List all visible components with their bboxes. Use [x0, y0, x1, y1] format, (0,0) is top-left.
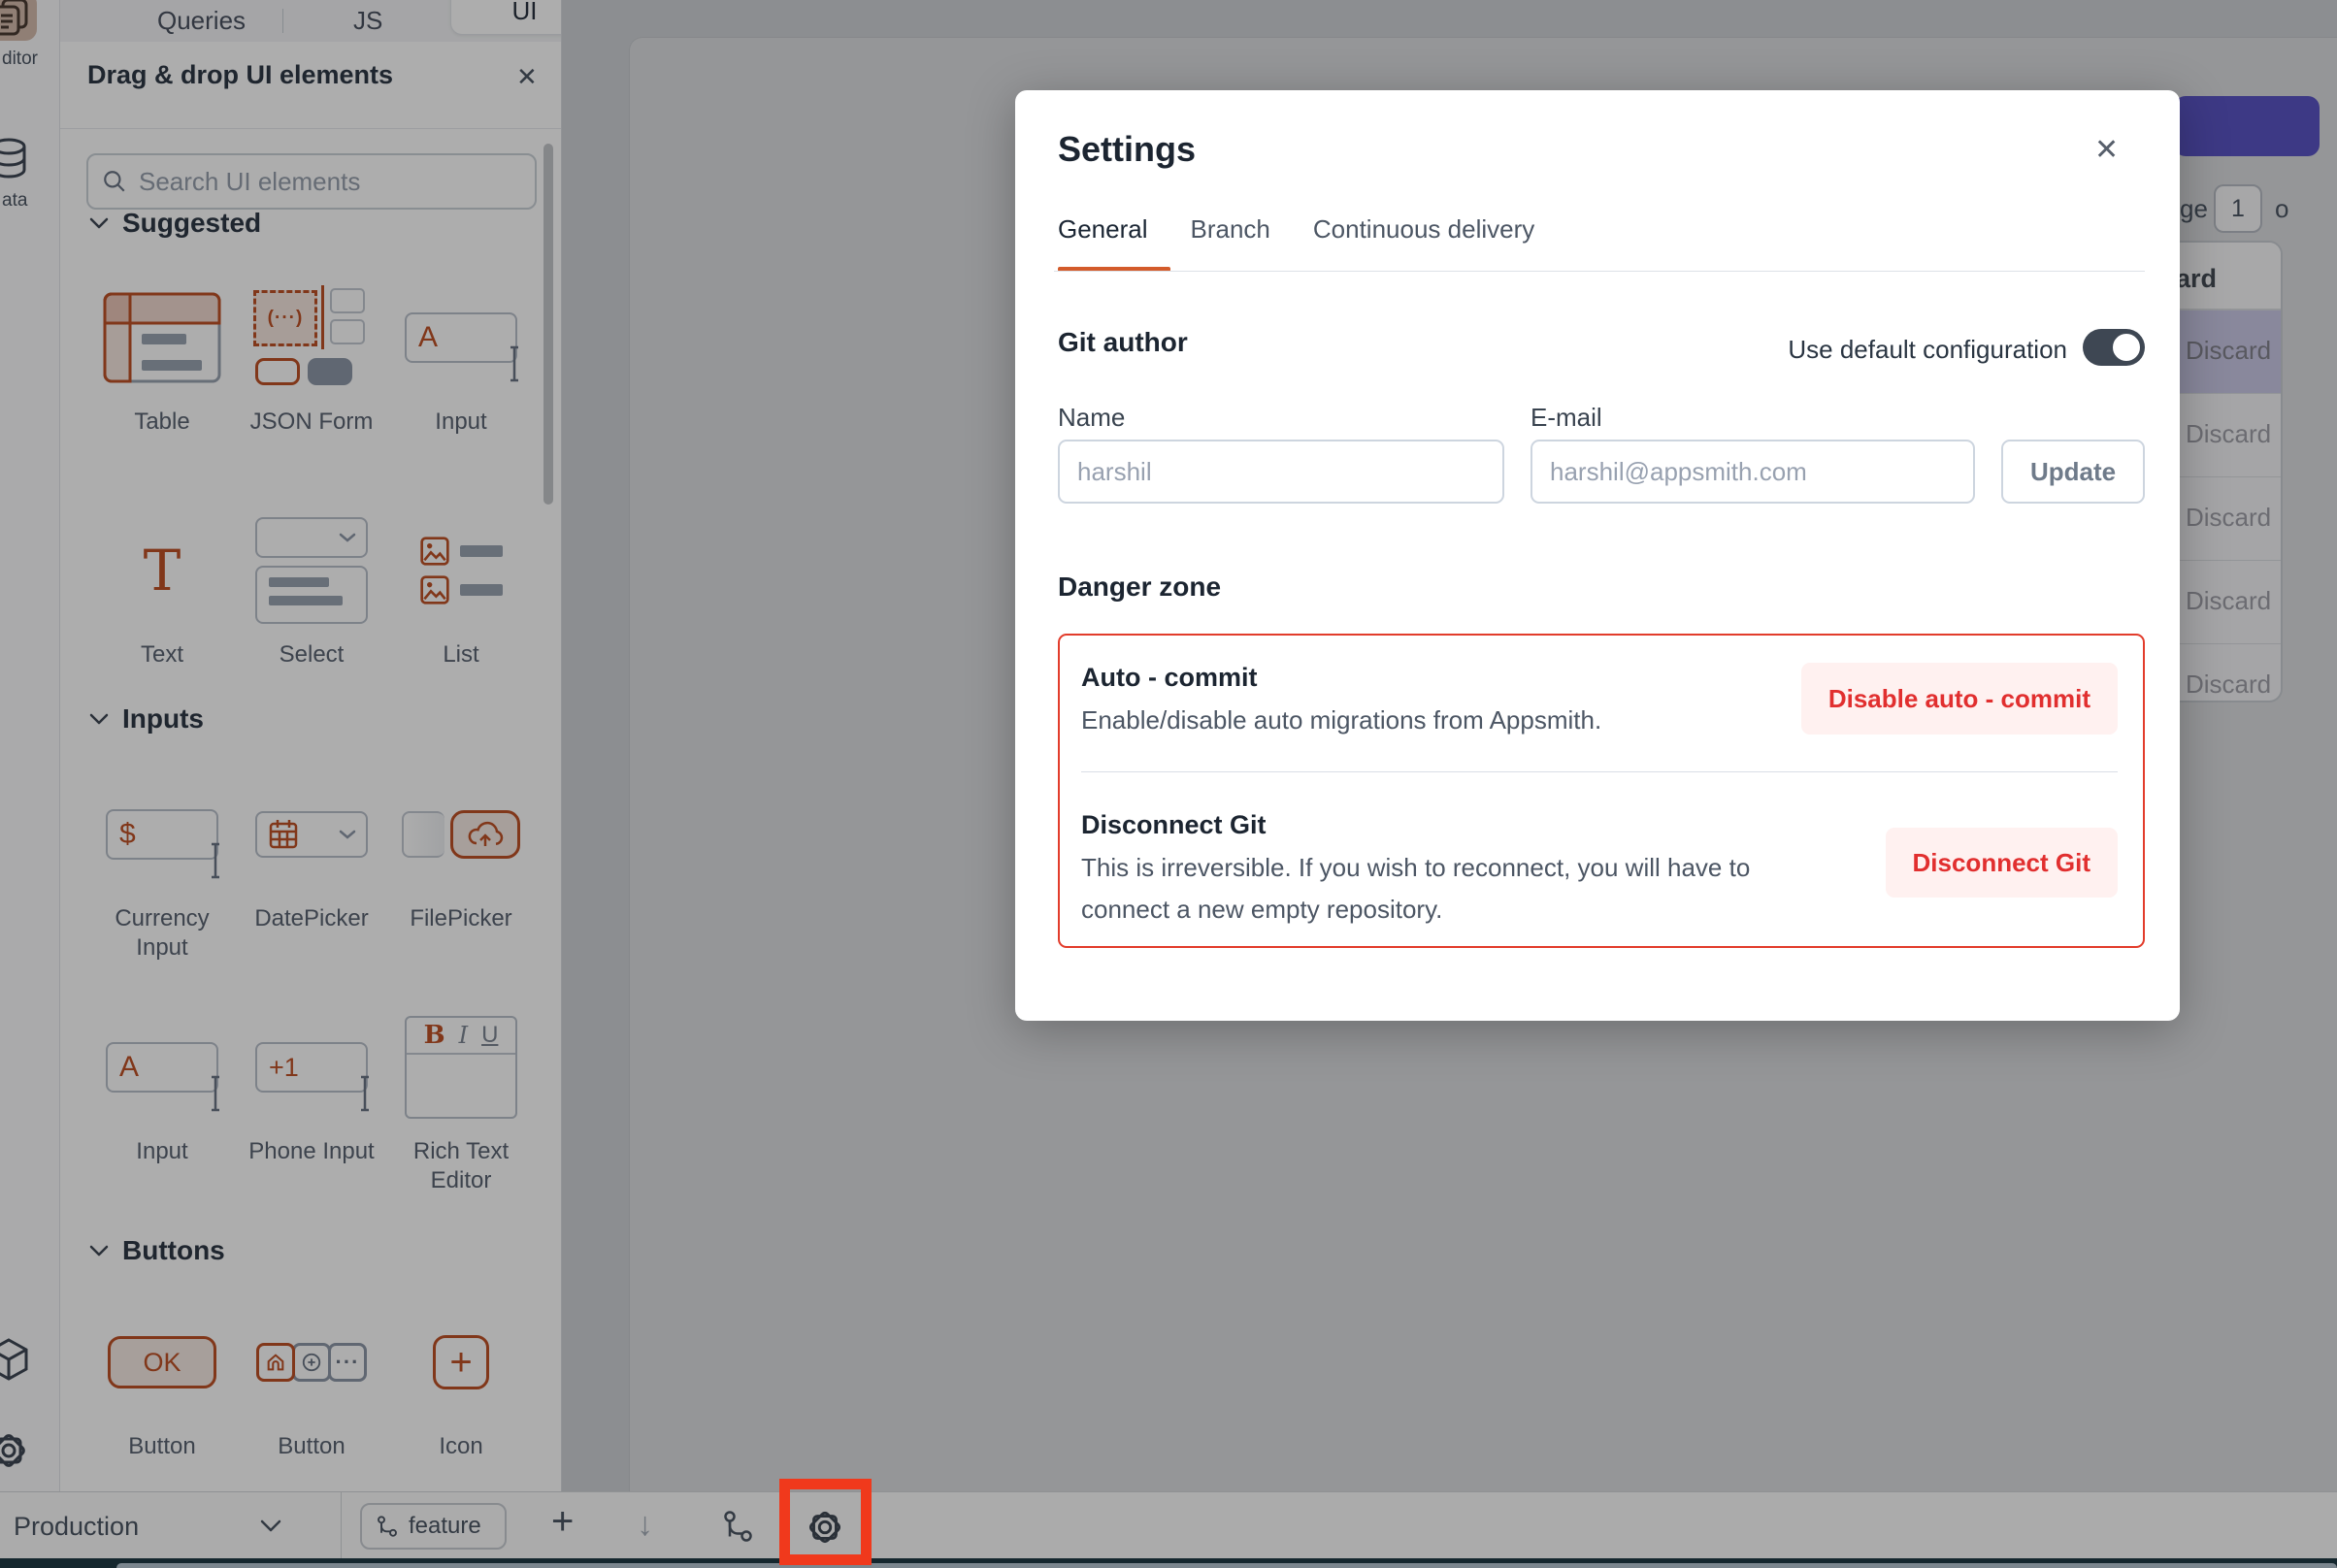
- disable-auto-commit-button[interactable]: Disable auto - commit: [1801, 663, 2118, 735]
- danger-zone-heading: Danger zone: [1058, 572, 1221, 603]
- name-label: Name: [1058, 403, 1125, 433]
- divider: [1081, 771, 2118, 772]
- danger-zone-box: Auto - commit Enable/disable auto migrat…: [1058, 634, 2145, 948]
- close-icon[interactable]: ✕: [2094, 133, 2119, 167]
- use-default-config-label: Use default configuration: [1788, 335, 2067, 365]
- tab-continuous-delivery[interactable]: Continuous delivery: [1313, 214, 1534, 245]
- tab-branch[interactable]: Branch: [1191, 214, 1270, 245]
- git-settings-modal: Settings ✕ General Branch Continuous del…: [1015, 90, 2180, 1021]
- auto-commit-description: Enable/disable auto migrations from Apps…: [1081, 700, 1601, 741]
- tab-general[interactable]: General: [1058, 214, 1148, 245]
- modal-tabs: General Branch Continuous delivery: [1058, 214, 1534, 245]
- app-screen: ditor ata Queries JS UI Drag & drop UI: [0, 0, 2337, 1568]
- git-author-heading: Git author: [1058, 327, 1188, 358]
- annotation-highlight-box: [779, 1479, 872, 1565]
- email-field[interactable]: [1531, 440, 1975, 504]
- disconnect-git-description: This is irreversible. If you wish to rec…: [1081, 847, 1828, 931]
- disconnect-git-title: Disconnect Git: [1081, 810, 1267, 840]
- modal-title: Settings: [1058, 129, 1196, 170]
- use-default-config-toggle[interactable]: [2083, 329, 2145, 366]
- divider: [1054, 271, 2145, 272]
- update-button[interactable]: Update: [2001, 440, 2145, 504]
- name-field[interactable]: [1058, 440, 1504, 504]
- email-label: E-mail: [1531, 403, 1602, 433]
- disconnect-git-button[interactable]: Disconnect Git: [1886, 828, 2118, 898]
- toggle-knob: [2110, 331, 2143, 364]
- auto-commit-title: Auto - commit: [1081, 663, 1258, 693]
